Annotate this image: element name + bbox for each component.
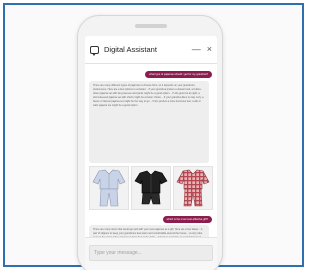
product-card[interactable] (89, 166, 129, 210)
phone-mockup: Digital Assistant — × what type of pajam… (77, 15, 223, 270)
chat-header: Digital Assistant — × (85, 36, 217, 64)
pajama-image-black (134, 170, 168, 205)
pajama-image-blue (92, 169, 126, 207)
close-button[interactable]: × (207, 45, 212, 54)
phone-notch (135, 24, 167, 28)
chat-bubble-icon (90, 45, 99, 56)
chat-window: Digital Assistant — × what type of pajam… (85, 36, 217, 270)
minimize-button[interactable]: — (192, 45, 201, 54)
user-message: what type of pajamas should i get for my… (145, 71, 212, 78)
product-card[interactable] (173, 166, 213, 210)
message-input[interactable] (89, 245, 213, 261)
product-carousel (89, 166, 213, 210)
message-composer (85, 237, 217, 270)
user-message: which is the most cost-effective gift? (162, 216, 212, 223)
assistant-message: There are many different types of pajama… (89, 81, 209, 163)
chat-title: Digital Assistant (104, 45, 157, 54)
product-card[interactable] (131, 166, 171, 210)
pajama-image-plaid (176, 169, 210, 207)
